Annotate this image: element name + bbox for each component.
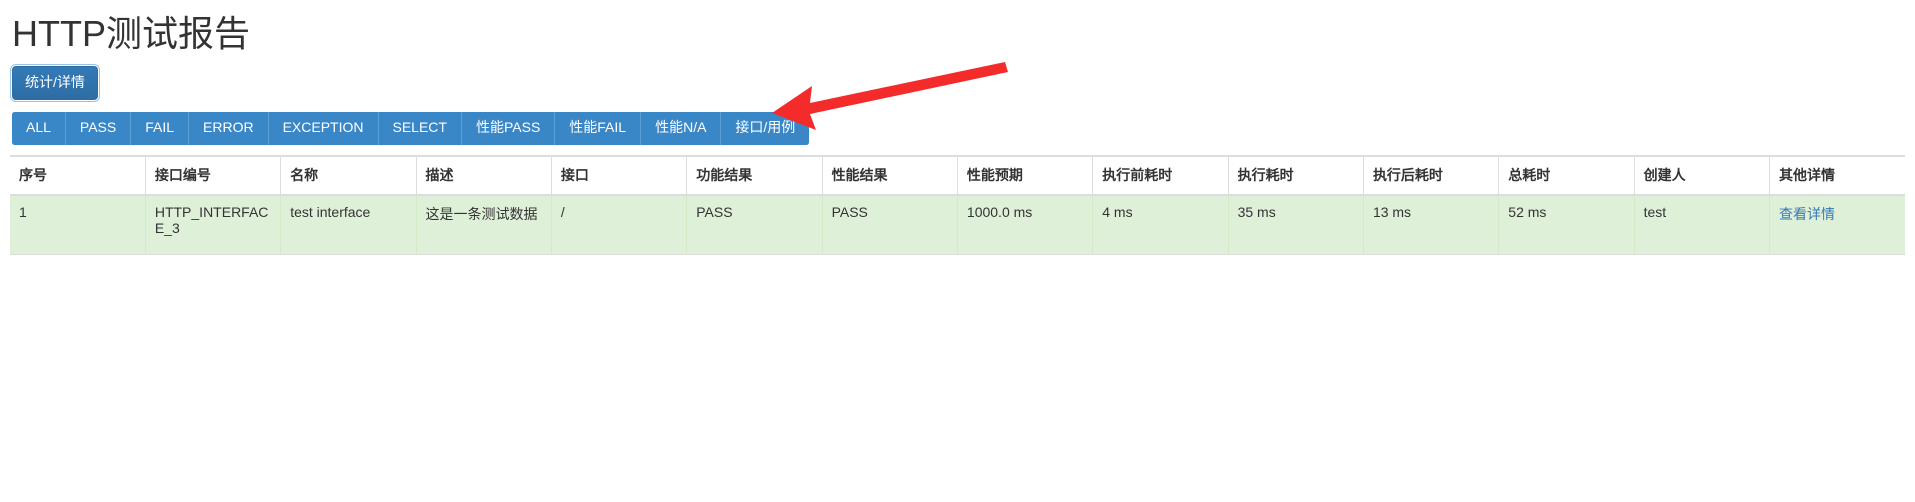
table-header-row: 序号 接口编号 名称 描述 接口 功能结果 性能结果 性能预期 执行前耗时 执行… bbox=[10, 154, 1905, 196]
col-header-time-after: 执行后耗时 bbox=[1363, 154, 1500, 196]
filter-error[interactable]: ERROR bbox=[189, 111, 269, 145]
filter-pass[interactable]: PASS bbox=[65, 111, 132, 145]
filter-interface-case[interactable]: 接口/用例 bbox=[721, 111, 810, 145]
page-title: HTTP测试报告 bbox=[12, 13, 250, 54]
cell-perf-expect: 1000.0 ms bbox=[957, 194, 1094, 255]
filter-perf-pass[interactable]: 性能PASS bbox=[461, 111, 556, 145]
filter-exception[interactable]: EXCEPTION bbox=[268, 111, 379, 145]
cell-func-result: PASS bbox=[686, 194, 823, 255]
cell-time-run: 35 ms bbox=[1228, 194, 1364, 255]
cell-time-after: 13 ms bbox=[1363, 194, 1500, 255]
cell-index: 1 bbox=[10, 194, 146, 255]
col-header-creator: 创建人 bbox=[1634, 154, 1770, 196]
report-table-container: 序号 接口编号 名称 描述 接口 功能结果 性能结果 性能预期 执行前耗时 执行… bbox=[10, 154, 1905, 255]
filter-select[interactable]: SELECT bbox=[378, 111, 462, 145]
cell-code: HTTP_INTERFACE_3 bbox=[145, 194, 282, 255]
cell-name: test interface bbox=[280, 194, 417, 255]
col-header-time-run: 执行耗时 bbox=[1228, 154, 1364, 196]
cell-time-before: 4 ms bbox=[1092, 194, 1229, 255]
cell-creator: test bbox=[1634, 194, 1770, 255]
col-header-perf-expect: 性能预期 bbox=[957, 154, 1094, 196]
cell-perf-result: PASS bbox=[822, 194, 958, 255]
table-body: 1 HTTP_INTERFACE_3 test interface 这是一条测试数据 /… bbox=[10, 194, 1905, 255]
report-table: 序号 接口编号 名称 描述 接口 功能结果 性能结果 性能预期 执行前耗时 执行… bbox=[10, 154, 1905, 255]
col-header-func-result: 功能结果 bbox=[686, 154, 823, 196]
col-header-other-detail: 其他详情 bbox=[1769, 154, 1905, 196]
col-header-time-before: 执行前耗时 bbox=[1092, 154, 1229, 196]
col-header-interface: 接口 bbox=[551, 154, 688, 196]
filter-fail[interactable]: FAIL bbox=[131, 111, 190, 145]
cell-description: 这是一条测试数据 bbox=[416, 194, 552, 255]
table-row: 1 HTTP_INTERFACE_3 test interface 这是一条测试数据 /… bbox=[10, 194, 1905, 255]
cell-interface: / bbox=[551, 194, 688, 255]
view-detail-link[interactable]: 查看详情 bbox=[1779, 206, 1835, 222]
col-header-perf-result: 性能结果 bbox=[822, 154, 958, 196]
filter-perf-fail[interactable]: 性能FAIL bbox=[555, 111, 642, 145]
col-header-time-total: 总耗时 bbox=[1498, 154, 1635, 196]
cell-other-detail[interactable]: 查看详情 bbox=[1769, 194, 1905, 255]
filter-button-group: ALL PASS FAIL ERROR EXCEPTION SELECT 性能PASS 性能F… bbox=[12, 111, 810, 145]
col-header-name: 名称 bbox=[280, 154, 417, 196]
filter-all[interactable]: ALL bbox=[12, 111, 66, 145]
cell-time-total: 52 ms bbox=[1498, 194, 1635, 255]
table-header: 序号 接口编号 名称 描述 接口 功能结果 性能结果 性能预期 执行前耗时 执行… bbox=[10, 154, 1905, 196]
filter-perf-na[interactable]: 性能N/A bbox=[641, 111, 722, 145]
toolbar: 统计/详情 bbox=[10, 54, 1905, 108]
col-header-description: 描述 bbox=[416, 154, 552, 196]
report-page: HTTP测试报告 统计/详情 ALL PASS FAIL ERROR EXCEPTION… bbox=[0, 0, 1915, 255]
col-header-index: 序号 bbox=[10, 154, 146, 196]
col-header-code: 接口编号 bbox=[145, 154, 282, 196]
stats-detail-toggle-button[interactable]: 统计/详情 bbox=[10, 63, 100, 102]
